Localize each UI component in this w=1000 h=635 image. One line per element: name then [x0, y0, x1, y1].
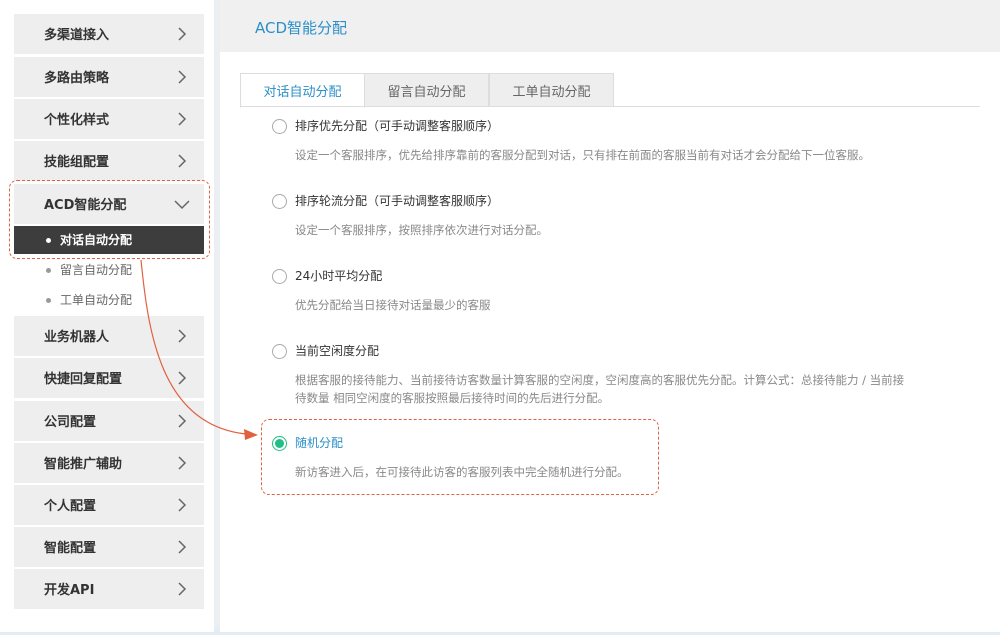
tab-chat-assign[interactable]: 对话自动分配	[240, 73, 365, 108]
sidebar-item-label: 智能配置	[44, 541, 97, 556]
option-title: 当前空闲度分配	[295, 344, 380, 358]
option-description: 新访客进入后，在可接待此访客的客服列表中完全随机进行分配。	[295, 465, 629, 479]
sidebar-subitem-ticket-assign[interactable]: 工单自动分配	[14, 286, 204, 314]
bullet-icon	[46, 298, 51, 303]
chevron-right-icon	[176, 154, 188, 168]
sidebar-item-personal[interactable]: 个人配置	[14, 485, 204, 525]
chevron-right-icon	[176, 498, 188, 512]
radio-button[interactable]	[272, 344, 287, 359]
sidebar-subitem-chat-assign[interactable]: 对话自动分配	[14, 226, 204, 254]
sidebar-subitem-label: 留言自动分配	[60, 263, 133, 277]
chevron-right-icon	[176, 70, 188, 84]
option-title: 24小时平均分配	[295, 269, 383, 283]
chevron-right-icon	[176, 371, 188, 385]
sidebar-item-skill-group[interactable]: 技能组配置	[14, 141, 204, 181]
main-panel: ACD智能分配 对话自动分配 留言自动分配 工单自动分配 排序优先分配（可手动调…	[220, 0, 1000, 632]
sidebar-item-multichannel[interactable]: 多渠道接入	[14, 14, 204, 54]
sidebar-item-label: 业务机器人	[44, 330, 110, 345]
bullet-icon	[46, 268, 51, 273]
sidebar-item-label: 智能推广辅助	[44, 457, 123, 472]
option-description: 设定一个客服排序，优先给排序靠前的客服分配到对话，只有排在前面的客服当前有对话才…	[295, 148, 870, 162]
option-description: 根据客服的接待能力、当前接待访客数量计算客服的空闲度，空闲度高的客服优先分配。计…	[295, 373, 905, 405]
sidebar-item-label: 技能组配置	[44, 155, 110, 170]
sidebar-item-company[interactable]: 公司配置	[14, 401, 204, 441]
option-description: 优先分配给当日接待对话量最少的客服	[295, 298, 491, 312]
page-header: ACD智能分配	[220, 0, 1000, 52]
sidebar-item-label: 多路由策略	[44, 71, 110, 86]
sidebar-item-smart[interactable]: 智能配置	[14, 527, 204, 567]
radio-button[interactable]	[272, 194, 287, 209]
sidebar-item-label: 多渠道接入	[44, 28, 110, 43]
sidebar-item-label: 个性化样式	[44, 113, 110, 128]
sidebar-subitem-message-assign[interactable]: 留言自动分配	[14, 256, 204, 284]
option-title: 随机分配	[295, 436, 344, 450]
sidebar-item-routing[interactable]: 多路由策略	[14, 57, 204, 97]
sidebar-subitem-label: 对话自动分配	[60, 233, 133, 247]
sidebar-item-quick-reply[interactable]: 快捷回复配置	[14, 358, 204, 398]
option-title: 排序轮流分配（可手动调整客服顺序）	[295, 194, 500, 208]
option-title: 排序优先分配（可手动调整客服顺序）	[295, 119, 500, 133]
chevron-right-icon	[176, 27, 188, 41]
tab-message-assign[interactable]: 留言自动分配	[364, 73, 489, 107]
radio-button[interactable]	[272, 269, 287, 284]
radio-button[interactable]	[272, 119, 287, 134]
chevron-down-icon	[174, 198, 190, 212]
sidebar-item-style[interactable]: 个性化样式	[14, 99, 204, 139]
sidebar-item-label: ACD智能分配	[44, 198, 127, 213]
option-description: 设定一个客服排序，按照排序依次进行对话分配。	[295, 223, 548, 237]
sidebar-subitem-label: 工单自动分配	[60, 293, 133, 307]
sidebar-item-api[interactable]: 开发API	[14, 569, 204, 609]
bullet-icon	[46, 238, 51, 243]
sidebar: 多渠道接入 多路由策略 个性化样式 技能组配置 ACD智能分配 对话自动分配 留…	[0, 0, 214, 632]
sidebar-item-acd[interactable]: ACD智能分配	[14, 184, 204, 224]
sidebar-item-label: 公司配置	[44, 415, 97, 430]
sidebar-item-robot[interactable]: 业务机器人	[14, 316, 204, 356]
sidebar-item-promotion[interactable]: 智能推广辅助	[14, 443, 204, 483]
chevron-right-icon	[176, 540, 188, 554]
radio-button-checked[interactable]	[272, 436, 287, 451]
tab-ticket-assign[interactable]: 工单自动分配	[489, 73, 614, 107]
chevron-right-icon	[176, 329, 188, 343]
chevron-right-icon	[176, 582, 188, 596]
chevron-right-icon	[176, 112, 188, 126]
sidebar-item-label: 快捷回复配置	[44, 372, 123, 387]
sidebar-item-label: 个人配置	[44, 499, 97, 514]
page-title: ACD智能分配	[255, 19, 348, 37]
chevron-right-icon	[176, 456, 188, 470]
chevron-right-icon	[176, 414, 188, 428]
sidebar-item-label: 开发API	[44, 583, 95, 598]
tab-divider	[240, 106, 980, 107]
